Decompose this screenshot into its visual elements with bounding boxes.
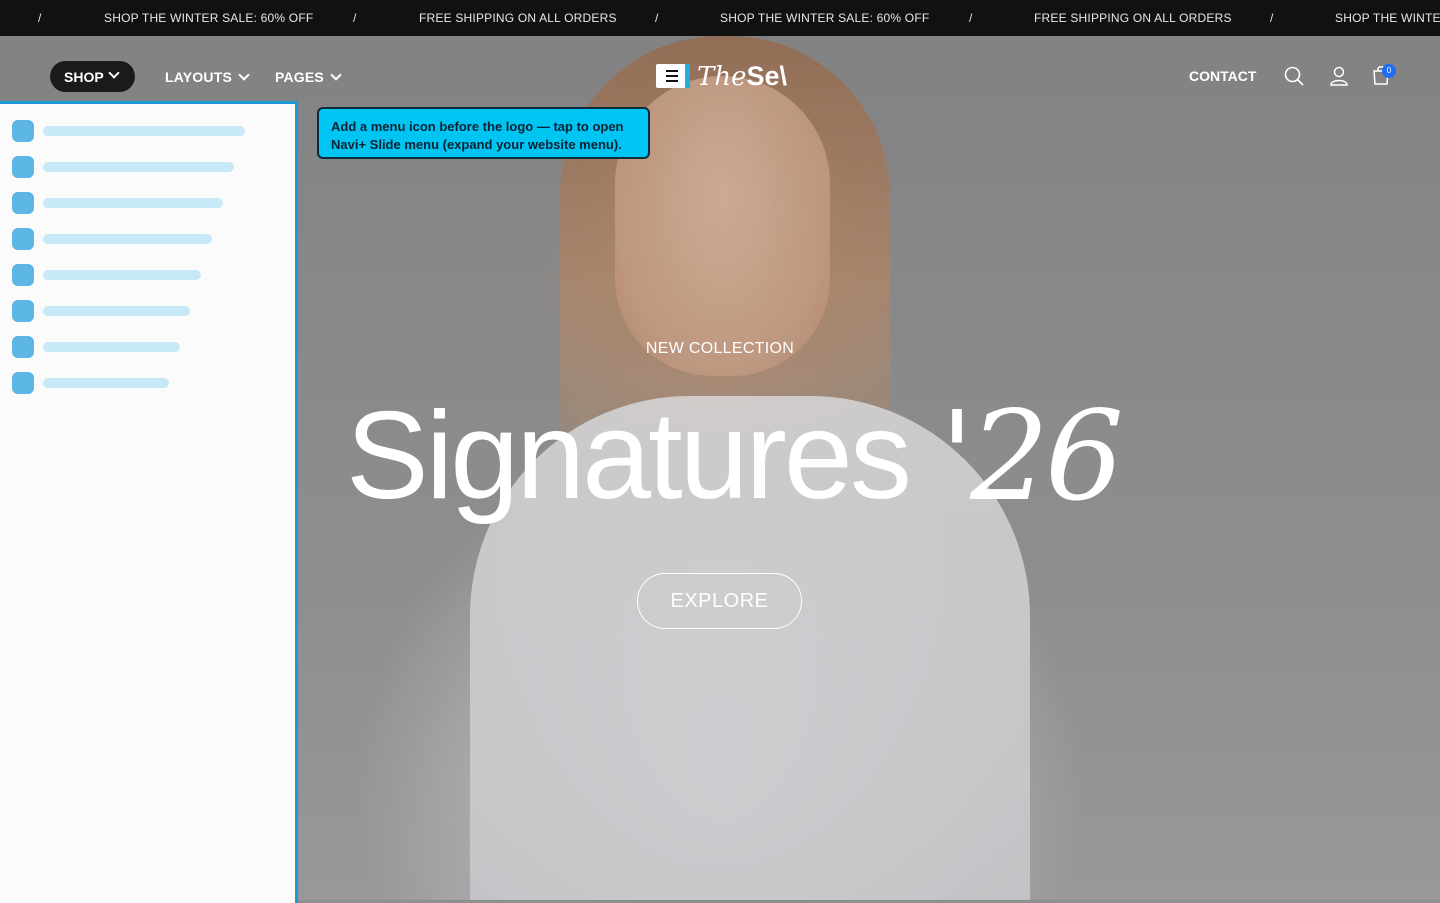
announcement-item[interactable]: FREE SHIPPING ON ALL ORDERS xyxy=(1034,11,1232,25)
announcement-item[interactable]: SHOP THE WINTER xyxy=(1335,11,1440,25)
announcement-separator: / xyxy=(1270,11,1274,25)
nav-pages-label: PAGES xyxy=(275,69,324,85)
logo-text-the: The xyxy=(697,62,747,92)
announcement-item[interactable]: FREE SHIPPING ON ALL ORDERS xyxy=(419,11,617,25)
placeholder-icon xyxy=(12,228,34,250)
announcement-separator: / xyxy=(38,11,42,25)
navi-plus-tooltip: Add a menu icon before the logo — tap to… xyxy=(317,107,650,159)
announcement-bar: / SHOP THE WINTER SALE: 60% OFF / FREE S… xyxy=(0,0,1440,36)
cart-count-badge: 0 xyxy=(1382,64,1396,78)
nav-layouts[interactable]: LAYOUTS xyxy=(165,69,250,85)
chevron-down-icon xyxy=(238,69,250,81)
slide-menu-preview xyxy=(0,101,298,903)
explore-button[interactable]: EXPLORE xyxy=(637,573,802,629)
nav-layouts-label: LAYOUTS xyxy=(165,69,233,85)
hero-headline-year: '26 xyxy=(940,385,1124,529)
hero-headline: Signatures '26 xyxy=(340,385,1124,555)
hero-headline-text: Signatures xyxy=(346,387,912,525)
announcement-separator: / xyxy=(353,11,357,25)
placeholder-icon xyxy=(12,264,34,286)
nav-shop-label: SHOP xyxy=(64,69,104,85)
placeholder-icon xyxy=(12,372,34,394)
placeholder-icon xyxy=(12,300,34,322)
nav-pages[interactable]: PAGES xyxy=(275,69,342,85)
announcement-item[interactable]: SHOP THE WINTER SALE: 60% OFF xyxy=(720,11,929,25)
hero-eyebrow: NEW COLLECTION xyxy=(645,340,795,357)
nav-shop[interactable]: SHOP xyxy=(50,61,135,92)
search-icon[interactable] xyxy=(1284,66,1304,86)
menu-icon-accent xyxy=(685,64,690,88)
placeholder-icon xyxy=(12,336,34,358)
announcement-separator: / xyxy=(969,11,973,25)
announcement-item[interactable]: SHOP THE WINTER SALE: 60% OFF xyxy=(104,11,313,25)
announcement-separator: / xyxy=(655,11,659,25)
nav-contact[interactable]: CONTACT xyxy=(1189,68,1256,84)
chevron-down-icon xyxy=(108,67,120,83)
site-logo[interactable]: TheSe\ xyxy=(697,60,787,94)
chevron-down-icon xyxy=(330,69,342,81)
placeholder-icon xyxy=(12,192,34,214)
placeholder-icon xyxy=(12,156,34,178)
logo-text-rest: Se\ xyxy=(746,61,787,91)
placeholder-icon xyxy=(12,120,34,142)
user-icon[interactable] xyxy=(1330,66,1348,86)
